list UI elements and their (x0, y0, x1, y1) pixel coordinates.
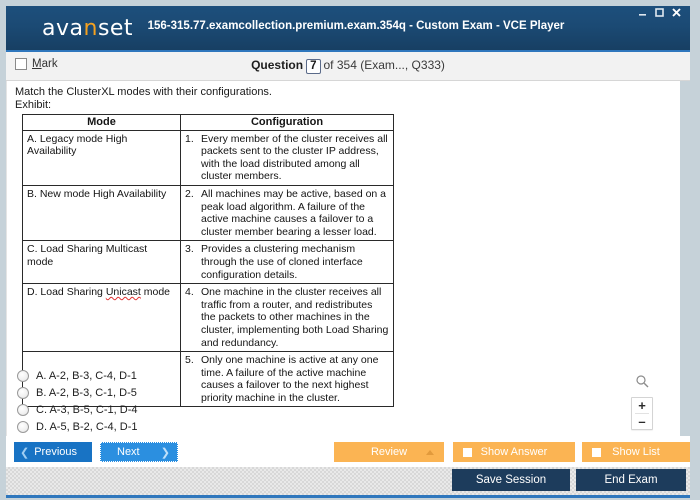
config-text: All machines may be active, based on a p… (201, 187, 387, 238)
previous-button-label: Previous (34, 446, 78, 458)
config-number: 1. (185, 132, 194, 145)
review-button-label: Review (370, 446, 408, 458)
show-answer-label: Show Answer (480, 446, 548, 458)
question-total: of 354 (323, 58, 357, 72)
minimize-icon[interactable] (637, 7, 648, 18)
show-list-button[interactable]: Show List (582, 442, 690, 462)
caret-up-icon (426, 449, 434, 455)
next-button[interactable]: Next ❯ (100, 442, 178, 462)
column-header-mode: Mode (22, 114, 181, 131)
question-content: Match the ClusterXL modes with their con… (6, 81, 677, 436)
option-d[interactable]: D. A-5, B-2, C-4, D-1 (17, 418, 137, 435)
window-title: 156-315.77.examcollection.premium.exam.3… (147, 20, 565, 32)
show-list-label: Show List (612, 446, 660, 458)
zoom-controls: + – (631, 374, 653, 430)
question-stem: Match the ClusterXL modes with their con… (15, 86, 272, 112)
config-text: Provides a clustering mechanism through … (201, 243, 363, 281)
next-button-label: Next (117, 446, 140, 458)
action-bar: ❮ Previous Next ❯ Review Show Answer Sho… (6, 437, 690, 467)
title-bar: avanset 156-315.77.examcollection.premiu… (6, 6, 690, 50)
radio-icon[interactable] (17, 369, 29, 382)
save-session-button[interactable]: Save Session (452, 469, 570, 491)
checkbox-icon[interactable] (463, 447, 472, 457)
mode-cell: B. New mode High Availability (22, 184, 181, 242)
table-row: A. Legacy mode High Availability 1. Ever… (22, 129, 394, 186)
answer-options: A. A-2, B-3, C-4, D-1 B. A-2, B-3, C-1, … (17, 367, 137, 435)
avanset-logo: avanset (42, 16, 133, 41)
config-cell: 1. Every member of the cluster receives … (180, 129, 394, 186)
mode-cell: D. Load Sharing Unicast mode (22, 283, 181, 353)
config-text: Every member of the cluster receives all… (201, 132, 388, 183)
option-b[interactable]: B. A-2, B-3, C-1, D-5 (17, 384, 137, 401)
mode-cell: C. Load Sharing Multicast mode (22, 240, 181, 285)
content-right-strip (680, 81, 694, 436)
config-text: Only one machine is active at any one ti… (201, 354, 379, 404)
question-counter: Question 7 of 354 (Exam..., Q333) (6, 58, 690, 74)
end-exam-button[interactable]: End Exam (576, 469, 686, 491)
mode-cell: A. Legacy mode High Availability (22, 129, 181, 186)
review-button[interactable]: Review (334, 442, 444, 462)
chevron-right-icon: ❯ (160, 446, 170, 459)
checkbox-icon[interactable] (592, 447, 601, 457)
config-number: 5. (185, 354, 194, 367)
vce-player-window: avanset 156-315.77.examcollection.premiu… (0, 0, 700, 500)
option-label: C. A-3, B-5, C-1, D-4 (36, 403, 138, 416)
radio-icon[interactable] (17, 420, 29, 433)
misspelled-word: Unicast (105, 286, 141, 299)
config-cell: 2. All machines may be active, based on … (180, 184, 394, 242)
logo-part-a: ava (42, 16, 84, 41)
question-number[interactable]: 7 (306, 59, 321, 74)
column-header-configuration: Configuration (180, 114, 394, 131)
stem-line-1: Match the ClusterXL modes with their con… (15, 86, 272, 98)
close-icon[interactable] (671, 7, 682, 18)
radio-icon[interactable] (17, 386, 29, 399)
magnifier-icon[interactable] (631, 374, 653, 394)
table-row: D. Load Sharing Unicast mode 4. One mach… (22, 283, 394, 353)
window-controls (637, 7, 682, 18)
option-c[interactable]: C. A-3, B-5, C-1, D-4 (17, 401, 137, 418)
table-row: C. Load Sharing Multicast mode 3. Provid… (22, 240, 394, 285)
config-cell: 4. One machine in the cluster receives a… (180, 283, 394, 353)
config-number: 3. (185, 243, 194, 256)
question-word: Question (251, 58, 304, 72)
zoom-out-button[interactable]: – (632, 414, 652, 429)
table-row: B. New mode High Availability 2. All mac… (22, 184, 394, 242)
config-cell: 5. Only one machine is active at any one… (180, 351, 394, 408)
logo-part-n: n (83, 16, 98, 41)
table-header-row: Mode Configuration (22, 114, 394, 131)
question-source: (Exam..., Q333) (360, 58, 445, 72)
status-bar: Save Session End Exam (6, 467, 690, 498)
zoom-button-group: + – (631, 397, 653, 430)
maximize-icon[interactable] (654, 7, 665, 18)
question-bar: Mark Question 7 of 354 (Exam..., Q333) (6, 52, 690, 81)
config-text: One machine in the cluster receives all … (201, 286, 389, 349)
exhibit-table: Mode Configuration A. Legacy mode High A… (22, 114, 394, 408)
config-cell: 3. Provides a clustering mechanism throu… (180, 240, 394, 285)
option-a[interactable]: A. A-2, B-3, C-4, D-1 (17, 367, 137, 384)
stem-line-2: Exhibit: (15, 99, 52, 111)
zoom-in-button[interactable]: + (632, 398, 652, 413)
option-label: B. A-2, B-3, C-1, D-5 (36, 386, 137, 399)
config-number: 4. (185, 286, 194, 299)
show-answer-button[interactable]: Show Answer (453, 442, 575, 462)
radio-icon[interactable] (17, 403, 29, 416)
chevron-left-icon: ❮ (20, 446, 30, 459)
option-label: A. A-2, B-3, C-4, D-1 (36, 369, 137, 382)
previous-button[interactable]: ❮ Previous (14, 442, 92, 462)
config-number: 2. (185, 187, 194, 200)
option-label: D. A-5, B-2, C-4, D-1 (36, 420, 138, 433)
